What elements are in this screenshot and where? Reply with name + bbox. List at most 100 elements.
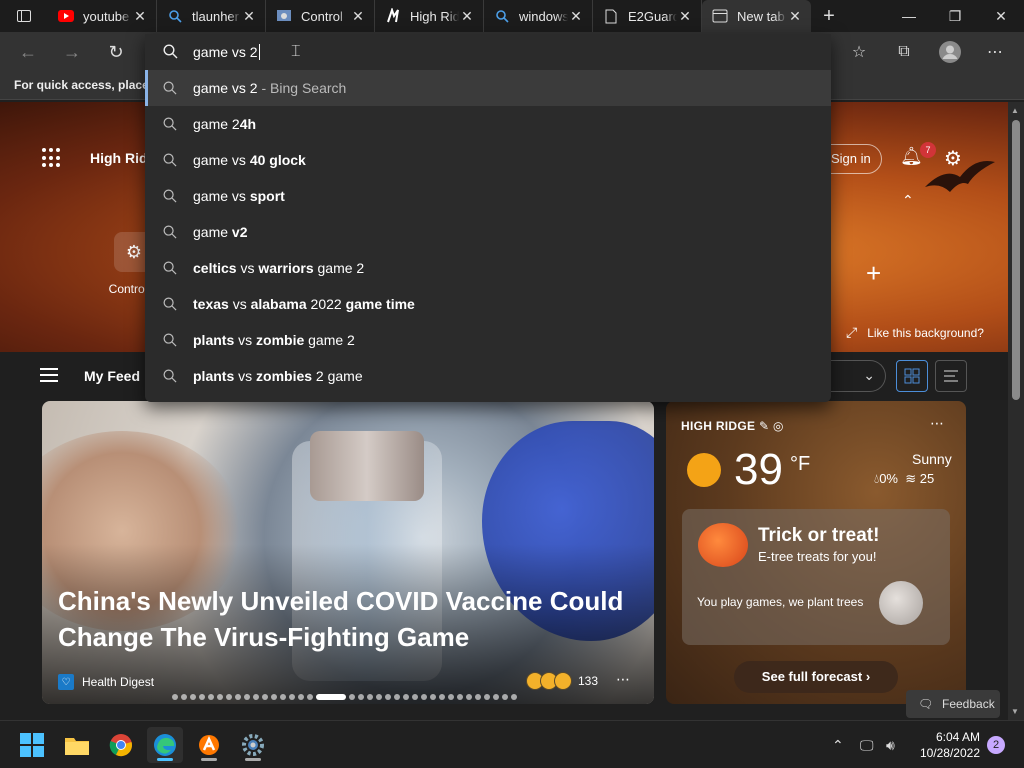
network-icon[interactable]: 🖵︎ xyxy=(860,721,874,768)
carousel-dot[interactable] xyxy=(253,694,259,700)
carousel-dot[interactable] xyxy=(316,694,346,700)
settings-more-button[interactable]: ⋯ xyxy=(979,36,1011,68)
carousel-dot[interactable] xyxy=(439,694,445,700)
refresh-button[interactable]: ↻ xyxy=(100,36,132,68)
location-text[interactable]: High Rid xyxy=(90,150,148,166)
new-tab-button[interactable]: + xyxy=(811,5,847,28)
carousel-dot[interactable] xyxy=(289,694,295,700)
news-reactions[interactable]: 133 xyxy=(526,672,598,690)
taskbar-file-explorer[interactable] xyxy=(59,727,95,763)
my-feed-tab[interactable]: My Feed xyxy=(84,368,140,384)
page-scrollbar[interactable]: ▲ ▼ xyxy=(1008,102,1024,720)
scroll-down-arrow[interactable]: ▼ xyxy=(1011,707,1019,716)
profile-button[interactable] xyxy=(934,36,966,68)
tab-actions-button[interactable] xyxy=(0,0,48,32)
carousel-dot[interactable] xyxy=(466,694,472,700)
carousel-dot[interactable] xyxy=(412,694,418,700)
tab-3[interactable]: High Ridge✕ xyxy=(375,0,484,32)
weather-more-icon[interactable]: ⋯ xyxy=(930,415,944,432)
carousel-dot[interactable] xyxy=(376,694,382,700)
temperature-unit[interactable]: °F xyxy=(790,453,810,476)
carousel-dot[interactable] xyxy=(244,694,250,700)
suggestion-item[interactable]: game v2 xyxy=(145,214,831,250)
carousel-dot[interactable] xyxy=(403,694,409,700)
carousel-dot[interactable] xyxy=(511,694,517,700)
back-button[interactable]: ← xyxy=(12,36,44,68)
carousel-dot[interactable] xyxy=(208,694,214,700)
carousel-dot[interactable] xyxy=(271,694,277,700)
collections-button[interactable]: ⧉ xyxy=(888,36,920,68)
close-tab-icon[interactable]: ✕ xyxy=(787,8,803,25)
scroll-up-arrow[interactable]: ▲ xyxy=(1011,106,1019,115)
tab-6[interactable]: New tab ✕ xyxy=(702,0,811,32)
suggestion-item[interactable]: plants vs zombie game 2 xyxy=(145,322,831,358)
carousel-dot[interactable] xyxy=(235,694,241,700)
close-tab-icon[interactable]: ✕ xyxy=(241,8,257,25)
news-headline[interactable]: China's Newly Unveiled COVID Vaccine Cou… xyxy=(58,583,648,655)
chevron-up-icon[interactable]: ⌃ xyxy=(902,192,914,209)
suggestion-item[interactable]: texas vs alabama 2022 game time xyxy=(145,286,831,322)
news-source[interactable]: ♡ Health Digest xyxy=(58,674,154,690)
news-card[interactable]: China's Newly Unveiled COVID Vaccine Cou… xyxy=(42,401,654,704)
close-window-button[interactable]: ✕ xyxy=(978,0,1024,32)
carousel-dot[interactable] xyxy=(262,694,268,700)
suggestion-item[interactable]: celtics vs warriors game 2 xyxy=(145,250,831,286)
carousel-dot[interactable] xyxy=(358,694,364,700)
page-settings-gear-icon[interactable]: ⚙ xyxy=(944,146,962,171)
list-view-button[interactable] xyxy=(935,360,967,392)
suggestion-item[interactable]: game vs sport xyxy=(145,178,831,214)
taskbar-chrome[interactable] xyxy=(103,727,139,763)
scrollbar-thumb[interactable] xyxy=(1012,120,1020,400)
suggestion-item[interactable]: game vs 2 - Bing Search xyxy=(145,70,831,106)
feedback-button[interactable]: 🗨︎ Feedback xyxy=(906,690,1000,718)
see-full-forecast-button[interactable]: See full forecast › xyxy=(734,661,898,693)
locate-icon[interactable]: ◎ xyxy=(773,419,784,433)
weather-card[interactable]: HIGH RIDGE ✎ ◎ ⋯ 39 °F Sunny 💧︎0% ≋ 25 T… xyxy=(666,401,966,704)
suggestion-item[interactable]: plants vs zombies 2 game xyxy=(145,358,831,394)
favorites-button[interactable]: ☆ xyxy=(843,36,875,68)
carousel-dot[interactable] xyxy=(217,694,223,700)
carousel-dot[interactable] xyxy=(475,694,481,700)
tab-4[interactable]: windows ✕ xyxy=(484,0,593,32)
trick-or-treat-promo[interactable]: Trick or treat! E-tree treats for you! Y… xyxy=(682,509,950,645)
suggestion-item[interactable]: game 24h xyxy=(145,106,831,142)
close-tab-icon[interactable]: ✕ xyxy=(677,8,693,25)
system-clock[interactable]: 6:04 AM 10/28/2022 xyxy=(910,729,980,761)
address-bar-value[interactable]: game vs 2 xyxy=(193,44,260,60)
carousel-dots[interactable] xyxy=(172,694,517,700)
card-more-options-icon[interactable]: ⋯ xyxy=(616,671,630,688)
carousel-dot[interactable] xyxy=(172,694,178,700)
carousel-dot[interactable] xyxy=(502,694,508,700)
carousel-dot[interactable] xyxy=(394,694,400,700)
tab-5[interactable]: E2Guardian✕ xyxy=(593,0,702,32)
carousel-dot[interactable] xyxy=(457,694,463,700)
carousel-dot[interactable] xyxy=(421,694,427,700)
carousel-dot[interactable] xyxy=(448,694,454,700)
add-quick-link-icon[interactable]: + xyxy=(866,258,881,289)
app-launcher-icon[interactable] xyxy=(42,148,62,168)
carousel-dot[interactable] xyxy=(190,694,196,700)
carousel-dot[interactable] xyxy=(493,694,499,700)
weather-location[interactable]: HIGH RIDGE ✎ ◎ xyxy=(681,419,784,433)
notification-center-badge[interactable]: 2 xyxy=(987,736,1005,754)
close-tab-icon[interactable]: ✕ xyxy=(568,8,584,25)
minimize-button[interactable]: — xyxy=(886,0,932,32)
taskbar-settings[interactable] xyxy=(235,727,271,763)
forward-button[interactable]: → xyxy=(56,36,88,68)
close-tab-icon[interactable]: ✕ xyxy=(459,8,475,25)
edit-pencil-icon[interactable]: ✎ xyxy=(759,419,769,433)
tab-2[interactable]: Control ✕ xyxy=(266,0,375,32)
taskbar-edge[interactable] xyxy=(147,727,183,763)
carousel-dot[interactable] xyxy=(367,694,373,700)
carousel-dot[interactable] xyxy=(484,694,490,700)
maximize-button[interactable]: ❐ xyxy=(932,0,978,32)
carousel-dot[interactable] xyxy=(199,694,205,700)
carousel-dot[interactable] xyxy=(298,694,304,700)
like-background-link[interactable]: ⤢ Like this background? xyxy=(846,324,984,341)
carousel-dot[interactable] xyxy=(307,694,313,700)
tab-0[interactable]: youtube ✕ xyxy=(48,0,157,32)
start-button[interactable] xyxy=(14,727,50,763)
grid-view-button[interactable] xyxy=(896,360,928,392)
volume-icon[interactable]: 🔊︎ xyxy=(886,721,895,768)
menu-hamburger-icon[interactable] xyxy=(40,368,58,382)
